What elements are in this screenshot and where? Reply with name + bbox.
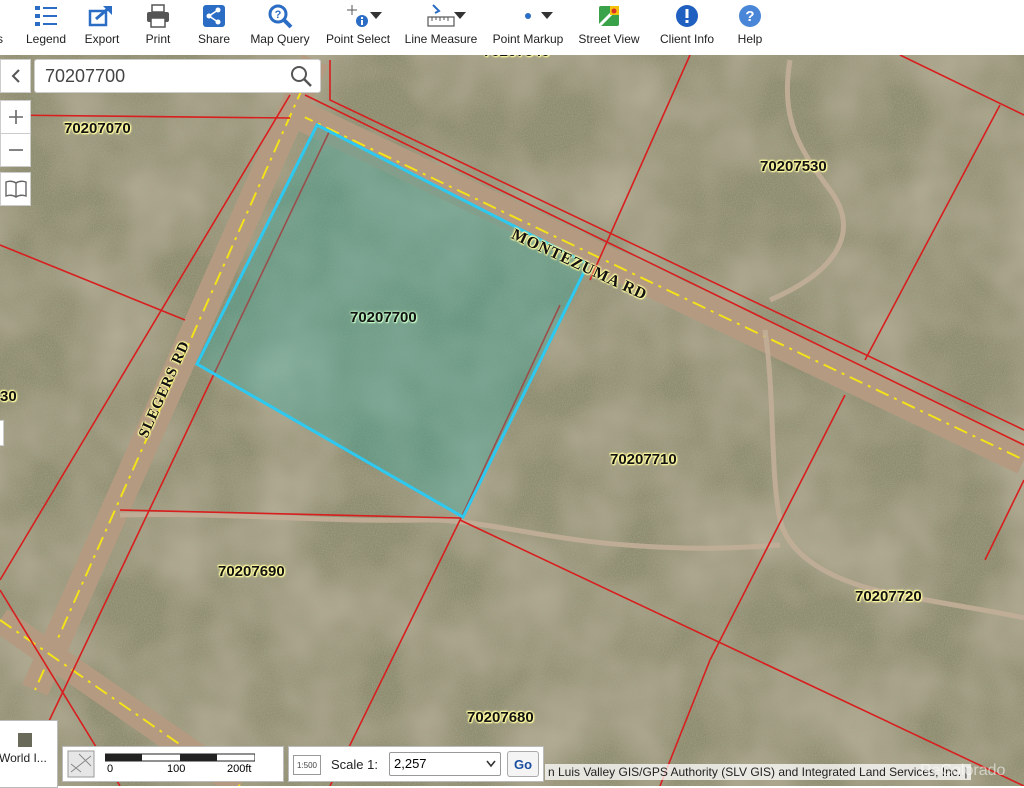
toolbar-layers-label: s <box>0 32 3 46</box>
parcel-label-70207700: 70207700 <box>350 309 417 326</box>
export-icon <box>88 0 116 32</box>
export-button[interactable]: Export <box>80 0 124 55</box>
parcel-label-70207070: 70207070 <box>64 120 131 137</box>
basemap-switcher[interactable]: World I... <box>0 720 58 788</box>
bookmark-button[interactable] <box>0 172 31 206</box>
chevron-left-icon <box>11 69 20 83</box>
help-icon: ? <box>738 0 762 32</box>
street-view-label: Street View <box>578 32 640 46</box>
scalebar-panel: 0 100 200ft <box>62 746 284 782</box>
zoom-out-button[interactable] <box>0 133 31 167</box>
map-query-label: Map Query <box>250 32 310 46</box>
map-query-icon: ? <box>267 0 293 32</box>
client-info-button[interactable]: Client Info <box>658 0 716 55</box>
scale-label: Scale 1: <box>331 757 378 772</box>
line-measure-label: Line Measure <box>404 32 478 46</box>
map-query-button[interactable]: ? Map Query <box>250 0 310 55</box>
street-view-button[interactable]: Street View <box>578 0 640 55</box>
legend-icon <box>33 0 59 32</box>
point-select-button[interactable]: Point Select <box>326 0 390 55</box>
line-measure-icon <box>427 0 455 32</box>
svg-text:?: ? <box>275 9 282 21</box>
book-icon <box>4 180 27 198</box>
scale-tick-200ft: 200ft <box>227 763 252 775</box>
share-button[interactable]: Share <box>196 0 232 55</box>
parcel-label-70207720: 70207720 <box>855 588 922 605</box>
minus-icon <box>8 149 23 151</box>
go-button[interactable]: Go <box>507 751 539 777</box>
map-view[interactable]: MONTEZUMA RD SLEGERS RD 70207070 7020753… <box>0 55 1024 786</box>
point-markup-label: Point Markup <box>492 32 564 46</box>
street-view-icon <box>598 0 620 32</box>
help-button[interactable]: ? Help <box>732 0 768 55</box>
client-info-label: Client Info <box>659 32 715 46</box>
side-tab[interactable] <box>0 420 4 446</box>
legend-button[interactable]: Legend <box>22 0 70 55</box>
basemap-label: World I... <box>0 751 47 765</box>
parcel-label-70207710: 70207710 <box>610 451 677 468</box>
point-select-icon <box>346 0 370 32</box>
share-icon <box>202 0 226 32</box>
scalebar <box>105 753 255 762</box>
scale-select-value: 2,257 <box>394 756 427 771</box>
point-markup-dropdown-icon[interactable] <box>541 12 553 19</box>
share-label: Share <box>197 32 231 46</box>
parcel-label-70207530: 70207530 <box>760 158 827 175</box>
scale-tick-100: 100 <box>167 763 186 775</box>
chevron-down-icon <box>486 760 496 768</box>
print-button[interactable]: Print <box>140 0 176 55</box>
toolbar-layers[interactable]: s <box>0 0 10 55</box>
point-select-dropdown-icon[interactable] <box>370 12 382 19</box>
line-measure-dropdown-icon[interactable] <box>454 12 466 19</box>
toolbar: s Legend Export Print Share ? Map Query <box>0 0 1024 55</box>
map-attribution: n Luis Valley GIS/GPS Authority (SLV GIS… <box>545 764 971 780</box>
parcel-label-70207540: 70207540 <box>483 55 550 60</box>
print-label: Print <box>145 32 171 46</box>
parcel-search-box <box>34 59 321 93</box>
line-measure-button[interactable]: Line Measure <box>405 0 477 55</box>
overview-map-icon[interactable] <box>67 750 95 778</box>
scale-select[interactable]: 2,257 <box>389 752 501 776</box>
export-label: Export <box>84 32 120 46</box>
basemap-thumbnail <box>18 733 32 747</box>
search-icon[interactable] <box>290 65 312 92</box>
parcel-label-70207680: 70207680 <box>467 709 534 726</box>
collapse-panel-button[interactable] <box>0 59 31 93</box>
print-icon <box>145 0 171 32</box>
point-markup-button[interactable]: Point Markup <box>492 0 564 55</box>
svg-text:?: ? <box>745 8 754 25</box>
parcel-label-partial-30: 30 <box>0 388 17 405</box>
parcel-label-70207690: 70207690 <box>218 563 285 580</box>
scale-ratio-icon[interactable]: 1:500 <box>293 755 321 775</box>
client-info-icon <box>675 0 699 32</box>
point-select-label: Point Select <box>325 32 391 46</box>
zoom-in-button[interactable] <box>0 100 31 134</box>
help-label: Help <box>737 32 763 46</box>
point-markup-icon <box>523 0 533 32</box>
legend-label: Legend <box>25 32 67 46</box>
parcel-search-input[interactable] <box>43 64 287 88</box>
scale-tick-0: 0 <box>107 763 114 775</box>
plus-icon <box>8 110 23 124</box>
watermark: ReColorado <box>920 762 1006 779</box>
